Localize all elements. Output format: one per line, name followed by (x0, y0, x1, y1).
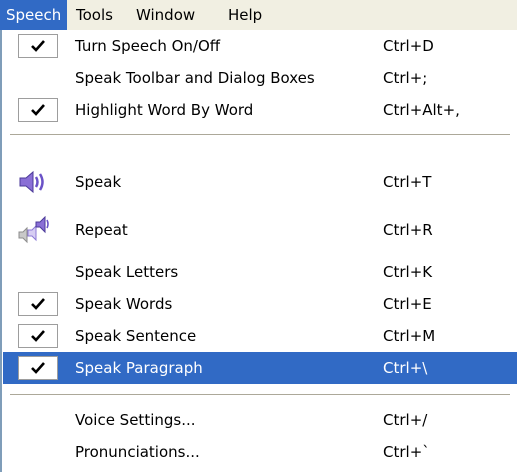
menu-item-shortcut: Ctrl+/ (383, 411, 428, 429)
menu-item-shortcut: Ctrl+R (383, 221, 433, 239)
menu-item-speak-letters[interactable]: Speak Letters Ctrl+K (3, 256, 517, 288)
menu-item-shortcut: Ctrl+\ (383, 359, 428, 377)
menu-item-speak-sentence[interactable]: Speak Sentence Ctrl+M (3, 320, 517, 352)
menu-item-label: Speak Toolbar and Dialog Boxes (75, 69, 315, 87)
menu-item-label: Turn Speech On/Off (75, 37, 221, 55)
speaker-icon (17, 168, 51, 196)
menu-item-shortcut: Ctrl+M (383, 327, 436, 345)
menu-item-label: Speak (75, 173, 122, 191)
speech-dropdown-menu: Turn Speech On/Off Ctrl+D Speak Toolbar … (0, 30, 517, 472)
menu-item-pronunciations[interactable]: Pronunciations... Ctrl+` (3, 436, 517, 468)
menu-item-speak-paragraph[interactable]: Speak Paragraph Ctrl+\ (3, 352, 517, 384)
menu-item-repeat[interactable]: Repeat Ctrl+R (3, 214, 517, 246)
menu-item-speak-words[interactable]: Speak Words Ctrl+E (3, 288, 517, 320)
menu-item-label: Repeat (75, 221, 128, 239)
menu-item-shortcut: Ctrl+Alt+, (383, 101, 460, 119)
menu-item-shortcut: Ctrl+K (383, 263, 433, 281)
menu-item-label: Highlight Word By Word (75, 101, 254, 119)
menu-item-label: Speak Sentence (75, 327, 197, 345)
menu-item-shortcut: Ctrl+E (383, 295, 432, 313)
menu-separator (10, 134, 510, 135)
menu-item-turn-speech[interactable]: Turn Speech On/Off Ctrl+D (3, 30, 517, 62)
menu-item-speak[interactable]: Speak Ctrl+T (3, 166, 517, 198)
menu-item-speak-toolbar[interactable]: Speak Toolbar and Dialog Boxes Ctrl+; (3, 62, 517, 94)
menu-item-label: Pronunciations... (75, 443, 200, 461)
menu-item-shortcut: Ctrl+` (383, 443, 430, 461)
menu-item-shortcut: Ctrl+T (383, 173, 432, 191)
menu-item-label: Voice Settings... (75, 411, 196, 429)
menu-item-label: Speak Paragraph (75, 359, 203, 377)
menu-item-label: Speak Letters (75, 263, 179, 281)
menu-speech[interactable]: Speech (0, 0, 68, 30)
check-icon (18, 292, 58, 316)
menu-bar: Speech Tools Window Help (0, 0, 517, 31)
repeat-speaker-icon (17, 215, 51, 244)
menu-item-voice-settings[interactable]: Voice Settings... Ctrl+/ (3, 404, 517, 436)
menu-window[interactable]: Window (130, 0, 201, 30)
menu-item-label: Speak Words (75, 295, 173, 313)
check-icon (18, 356, 58, 380)
menu-separator (10, 394, 510, 395)
menu-left-border (0, 30, 2, 472)
menu-help[interactable]: Help (222, 0, 268, 30)
menu-tools[interactable]: Tools (70, 0, 119, 30)
check-icon (18, 34, 58, 58)
menu-item-highlight-word[interactable]: Highlight Word By Word Ctrl+Alt+, (3, 94, 517, 126)
menu-item-shortcut: Ctrl+D (383, 37, 434, 55)
check-icon (18, 98, 58, 122)
menu-item-shortcut: Ctrl+; (383, 69, 428, 87)
check-icon (18, 324, 58, 348)
